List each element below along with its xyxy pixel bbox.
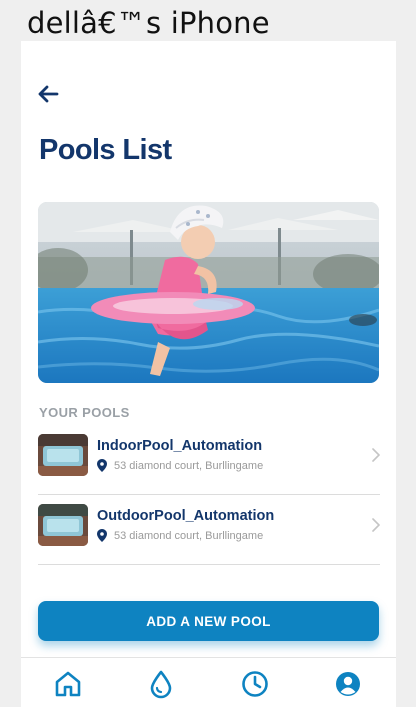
tab-history[interactable] (238, 668, 272, 700)
pool-thumbnail (38, 434, 88, 476)
pool-address: 53 diamond court, Burllingame (114, 459, 264, 472)
back-button[interactable] (35, 82, 61, 106)
add-new-pool-button[interactable]: ADD A NEW POOL (38, 601, 379, 641)
device-name-label: dellâ€™s iPhone (27, 6, 270, 40)
tab-home[interactable] (51, 668, 85, 700)
pool-list-item-indoor[interactable]: IndoorPool_Automation 53 diamond court, … (38, 425, 381, 495)
pool-name: IndoorPool_Automation (97, 438, 263, 454)
page-title: Pools List (39, 134, 172, 166)
location-pin-icon (97, 529, 107, 542)
chevron-right-icon (372, 448, 381, 467)
pool-list: IndoorPool_Automation 53 diamond court, … (38, 425, 381, 565)
app-screen: Pools List YOUR POOLS IndoorPool_Automat… (21, 41, 396, 707)
pool-thumbnail (38, 504, 88, 546)
chevron-right-icon (372, 518, 381, 537)
profile-icon (336, 672, 360, 696)
water-drop-icon (150, 670, 172, 699)
location-pin-icon (97, 459, 107, 472)
pool-name: OutdoorPool_Automation (97, 508, 275, 524)
your-pools-section-label: YOUR POOLS (39, 405, 130, 420)
home-icon (55, 671, 81, 697)
bottom-tab-bar (21, 657, 396, 707)
clock-icon (242, 671, 268, 697)
tab-water[interactable] (144, 668, 178, 700)
hero-image (38, 202, 379, 383)
back-arrow-icon (38, 85, 59, 103)
tab-profile[interactable] (331, 668, 365, 700)
pool-address: 53 diamond court, Burllingame (114, 529, 264, 542)
pool-list-item-outdoor[interactable]: OutdoorPool_Automation 53 diamond court,… (38, 495, 381, 565)
